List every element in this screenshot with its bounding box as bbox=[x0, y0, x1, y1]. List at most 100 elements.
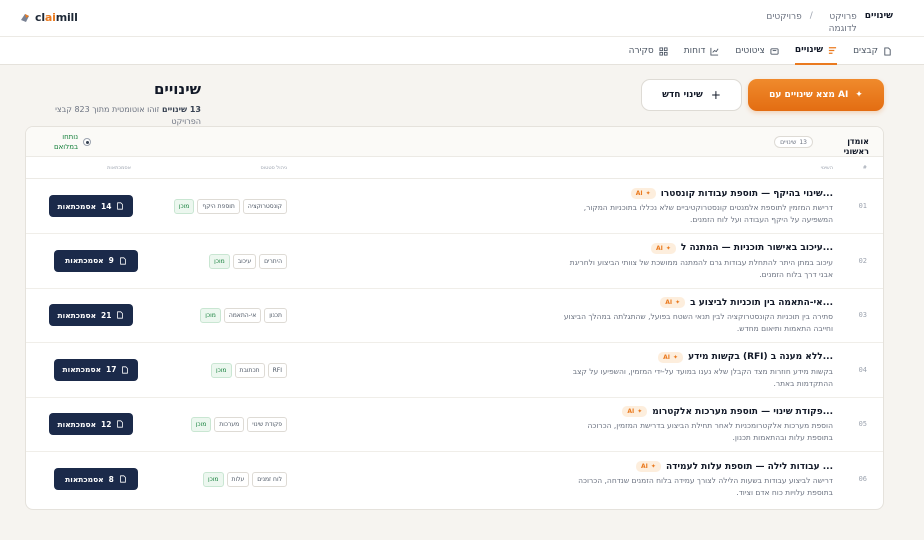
tab-overview-label: סקירה bbox=[628, 46, 654, 56]
row-tags: RFI תכתובת מוכן bbox=[210, 362, 287, 378]
document-icon bbox=[120, 256, 126, 265]
card-header: אומדן ראשוני 13 שינויים נותחו במלואם bbox=[26, 127, 883, 157]
status-badge: מוכן bbox=[210, 362, 232, 378]
chart-icon bbox=[710, 47, 719, 56]
tab-changes[interactable]: שינויים bbox=[794, 37, 838, 65]
row-tags: היתרים עיכוב מוכן bbox=[209, 253, 287, 269]
column-num: # bbox=[862, 165, 867, 171]
changes-count: 13 bbox=[799, 138, 807, 146]
changes-card: אומדן ראשוני 13 שינויים נותחו במלואם # ה… bbox=[25, 126, 884, 510]
table-row[interactable]: 06 עבודות לילה — תוספת עלות לעמידה ... ✦ AI… bbox=[26, 453, 883, 507]
tab-reports-label: דוחות bbox=[683, 46, 706, 56]
category-tag: קונסטרוקציה bbox=[242, 199, 287, 214]
change-description: בקשות מידע חוזרות מצד הקבלן שלא נענו במו… bbox=[572, 366, 833, 388]
ai-badge-label: AI bbox=[665, 299, 673, 307]
references-label: אסמכתאות bbox=[65, 474, 104, 484]
row-title-line: עבודות לילה — תוספת עלות לעמידה ... ✦ AI bbox=[636, 461, 833, 472]
change-title[interactable]: אי-התאמה בין תוכניות לביצוע ב... bbox=[690, 298, 833, 308]
references-button[interactable]: 12 אסמכתאות bbox=[49, 413, 133, 436]
subtitle-count: 13 שינויים bbox=[162, 105, 201, 114]
table-row[interactable]: 02 עיכוב באישור תוכניות — המתנה ל... ✦ AI עי… bbox=[26, 235, 883, 289]
column-headers: # השינוי ניהול סטטוס אסמכתאות bbox=[26, 157, 883, 179]
breadcrumb-project[interactable]: פרויקט לדוגמה bbox=[821, 11, 857, 35]
change-title[interactable]: פקודת שינוי — תוספת מערכות אלקטרומ... bbox=[652, 407, 833, 417]
sparkle-icon: ✦ bbox=[650, 463, 656, 470]
logo-text: claimill bbox=[35, 11, 78, 24]
tab-files[interactable]: קבצים bbox=[853, 37, 892, 65]
ai-badge: ✦ AI bbox=[630, 188, 656, 199]
breadcrumb-separator: / bbox=[809, 11, 813, 21]
references-label: אסמכתאות bbox=[57, 201, 97, 211]
new-change-button[interactable]: + שינוי חדש bbox=[641, 79, 742, 111]
column-assoc: אסמכתאות bbox=[107, 165, 131, 171]
list-icon bbox=[828, 46, 837, 54]
analysis-status: נותחו במלואם bbox=[52, 132, 91, 152]
ai-badge-label: AI bbox=[627, 408, 635, 416]
claimill-logo[interactable]: claimill bbox=[20, 11, 78, 24]
category-tag: תוספת היקף bbox=[197, 199, 240, 214]
references-button[interactable]: 8 אסמכתאות bbox=[54, 468, 138, 490]
table-row[interactable]: 01 שינוי בהיקף — תוספת עבודות קונסטרו... ✦… bbox=[26, 180, 883, 234]
category-tag: אי-התאמה bbox=[223, 308, 262, 324]
category-tag: פקודת שינוי bbox=[247, 417, 287, 433]
table-row[interactable]: 03 אי-התאמה בין תוכניות לביצוע ב... ✦ AI סתי… bbox=[26, 289, 883, 344]
sparkle-icon: ✦ bbox=[673, 353, 679, 361]
change-title[interactable]: שינוי בהיקף — תוספת עבודות קונסטרו... bbox=[661, 189, 833, 199]
changes-count-badge: 13 שינויים bbox=[774, 136, 813, 148]
row-tags: פקודת שינוי מערכות מוכן bbox=[190, 417, 287, 433]
table-row[interactable]: 04 בקשות מידע (RFI) ללא מענה ב... ✦ AI בקשות… bbox=[26, 344, 883, 398]
plus-icon: + bbox=[710, 88, 721, 102]
grid-icon bbox=[659, 46, 668, 56]
table-row[interactable]: 05 פקודת שינוי — תוספת מערכות אלקטרומ... ✦… bbox=[26, 398, 883, 453]
document-icon bbox=[122, 366, 129, 374]
page-title: שינויים bbox=[153, 80, 201, 98]
change-description: דרישה לביצוע עבודות בשעות הלילה לצורך עמ… bbox=[578, 476, 833, 497]
change-title[interactable]: עיכוב באישור תוכניות — המתנה ל... bbox=[681, 243, 833, 253]
references-button[interactable]: 14 אסמכתאות bbox=[49, 195, 133, 217]
tab-quotes[interactable]: ציטוטים bbox=[735, 37, 779, 65]
status-badge: מוכן bbox=[209, 253, 230, 269]
breadcrumb-current: שינויים bbox=[864, 11, 893, 21]
tab-reports[interactable]: דוחות bbox=[684, 37, 720, 65]
sparkle-icon: ✦ bbox=[665, 244, 671, 252]
change-title[interactable]: עבודות לילה — תוספת עלות לעמידה ... bbox=[666, 462, 833, 472]
ai-badge: ✦ AI bbox=[660, 297, 686, 309]
change-description: דרישת המזמין לתוספת אלמנטים קונסטרוקטיבי… bbox=[583, 203, 833, 224]
references-count: 8 bbox=[108, 474, 114, 484]
references-button[interactable]: 21 אסמכתאות bbox=[49, 304, 133, 327]
ai-badge: ✦ AI bbox=[636, 461, 661, 472]
references-label: אסמכתאות bbox=[62, 365, 102, 375]
breadcrumb-projects[interactable]: פרויקטים bbox=[766, 11, 801, 23]
row-tags: קונסטרוקציה תוספת היקף מוכן bbox=[173, 199, 287, 214]
ai-badge-label: AI bbox=[635, 190, 643, 197]
column-tags: ניהול סטטוס bbox=[260, 165, 287, 171]
document-icon bbox=[117, 311, 124, 319]
ai-badge-label: AI bbox=[663, 353, 671, 361]
status-badge: מוכן bbox=[190, 417, 212, 433]
change-description: עיכוב במתן היתר להתחלת עבודות גרם להמתנה… bbox=[569, 257, 833, 279]
category-tag: לוח זמנים bbox=[252, 472, 287, 487]
row-title-line: בקשות מידע (RFI) ללא מענה ב... ✦ AI bbox=[658, 351, 833, 363]
change-title[interactable]: בקשות מידע (RFI) ללא מענה ב... bbox=[688, 352, 833, 362]
ai-badge-label: AI bbox=[641, 463, 648, 470]
change-description: הוספת מערכות אלקטרומכניות לאחר תחילת הבי… bbox=[587, 421, 834, 443]
row-number: 02 bbox=[858, 256, 867, 265]
document-icon bbox=[117, 202, 124, 210]
row-tags: תכנון אי-התאמה מוכן bbox=[200, 308, 287, 324]
find-changes-ai-button[interactable]: ✦ מצא שינויים עם AI bbox=[748, 79, 884, 111]
category-tag: תכנון bbox=[264, 308, 287, 324]
sparkle-icon: ✦ bbox=[675, 299, 681, 307]
references-count: 21 bbox=[101, 310, 112, 320]
analysis-status-label: נותחו במלואם bbox=[53, 133, 78, 151]
references-count: 17 bbox=[106, 365, 117, 375]
references-button[interactable]: 17 אסמכתאות bbox=[54, 358, 138, 381]
status-badge: מוכן bbox=[202, 472, 224, 487]
change-description: סתירה בין תוכניות הקונסטרוקציה לבין תנאי… bbox=[563, 312, 833, 334]
references-count: 9 bbox=[108, 256, 114, 266]
status-badge: מוכן bbox=[173, 199, 195, 214]
tab-overview[interactable]: סקירה bbox=[629, 37, 668, 65]
document-icon bbox=[117, 420, 124, 428]
row-title-line: אי-התאמה בין תוכניות לביצוע ב... ✦ AI bbox=[660, 297, 833, 309]
tab-files-label: קבצים bbox=[853, 46, 878, 56]
references-button[interactable]: 9 אסמכתאות bbox=[54, 249, 138, 272]
